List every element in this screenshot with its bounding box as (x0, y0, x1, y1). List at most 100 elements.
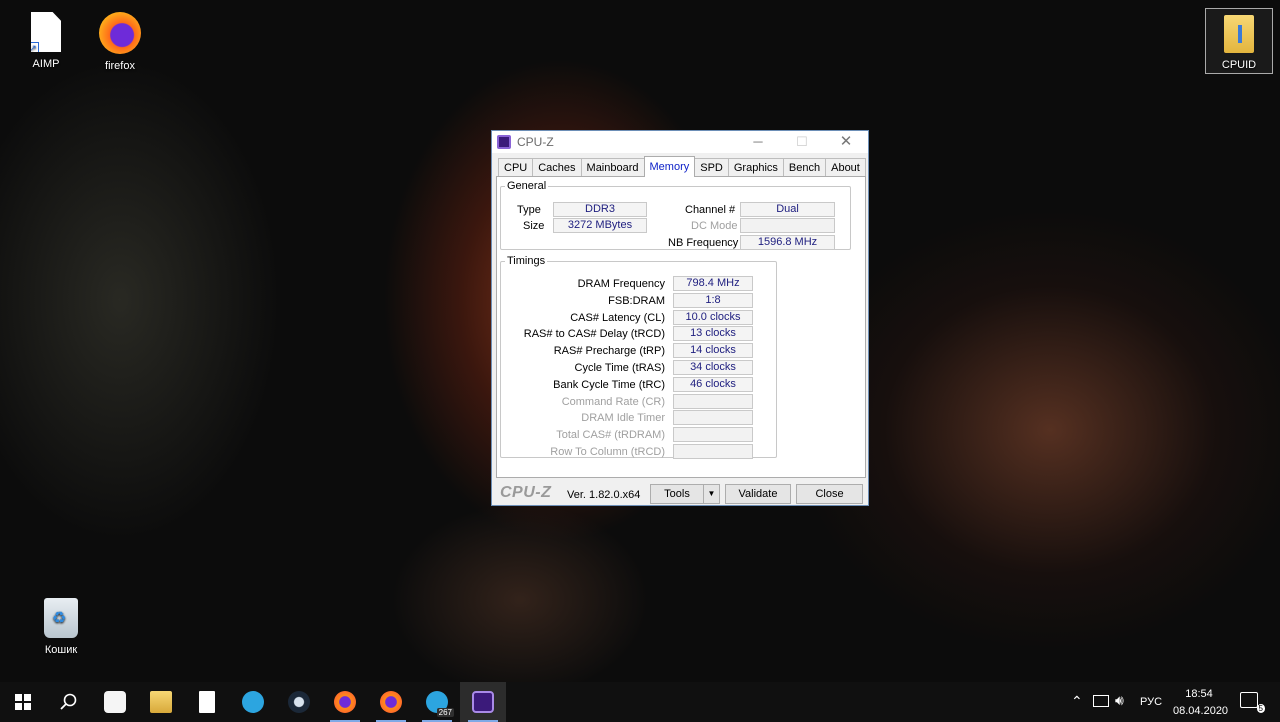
timing-label: CAS# Latency (CL) (570, 311, 665, 324)
timing-label: Bank Cycle Time (tRC) (553, 378, 665, 391)
timings-group: Timings DRAM Frequency 798.4 MHz FSB:DRAM 1… (500, 255, 777, 459)
cpuz-app-icon (497, 135, 511, 149)
taskbar: 267 ⌃ 🔊︎ РУС 18:54 08.04.2020 5 (0, 682, 1280, 722)
unread-badge: 267 (436, 708, 454, 717)
timing-value: 14 clocks (673, 343, 753, 359)
dc-mode-value (740, 218, 835, 233)
network-icon[interactable] (1093, 695, 1109, 707)
recycle-bin-icon (44, 598, 78, 638)
firefox-icon (99, 12, 141, 54)
search-icon (60, 693, 77, 710)
close-window-button[interactable]: ✕ (824, 131, 868, 153)
timing-value: 34 clocks (673, 360, 753, 375)
desktop-icon-cpuid[interactable]: CPUID (1205, 8, 1273, 74)
taskbar-telegram-2[interactable]: 267 (414, 682, 460, 722)
tab-bench[interactable]: Bench (782, 158, 827, 177)
steam-icon (288, 691, 310, 713)
clock-date[interactable]: 08.04.2020 (1173, 705, 1228, 717)
desktop-icon-label: Кошик (44, 644, 78, 656)
desktop-icon-recycle-bin[interactable]: Кошик (25, 598, 97, 656)
tab-mainboard[interactable]: Mainboard (580, 158, 645, 177)
tools-dropdown-icon[interactable]: ▼ (703, 484, 720, 504)
tab-about[interactable]: About (825, 158, 866, 177)
volume-icon[interactable]: 🔊︎ (1115, 692, 1124, 709)
timing-value (673, 410, 753, 426)
memory-panel: General Type DDR3 Size 3272 MBytes Chann… (496, 176, 866, 478)
validate-button[interactable]: Validate (725, 484, 791, 504)
version-label: Ver. 1.82.0.x64 (567, 489, 641, 501)
timing-value (673, 393, 753, 409)
tab-spd[interactable]: SPD (694, 158, 729, 177)
timing-label: Total CAS# (tRDRAM) (556, 429, 665, 442)
timings-legend: Timings (507, 255, 546, 267)
timing-value: 10.0 clocks (673, 309, 753, 325)
desktop-icon-aimp[interactable]: ↗ AIMP (10, 12, 82, 70)
tab-graphics[interactable]: Graphics (727, 158, 784, 177)
timing-label: Cycle Time (tRAS) (574, 362, 665, 374)
cpuz-window: CPU-Z ─ ☐ ✕ CPU Caches Mainboard Memory … (491, 130, 869, 506)
cpuz-brand-logo: CPU-Z (500, 484, 552, 501)
timing-value: 13 clocks (673, 326, 753, 342)
type-label: Type (517, 204, 541, 216)
type-value: DDR3 (553, 202, 647, 217)
desktop-icon-label: AIMP (32, 58, 60, 70)
timing-label: DRAM Idle Timer (581, 412, 665, 425)
app-icon (104, 691, 126, 713)
minimize-button[interactable]: ─ (736, 131, 780, 153)
firefox-icon (334, 691, 356, 713)
firefox-icon (380, 691, 402, 713)
tools-button[interactable]: Tools (650, 484, 704, 504)
chevron-up-icon[interactable]: ⌃ (1071, 693, 1083, 710)
document-icon (199, 691, 215, 713)
desktop-icon-firefox[interactable]: firefox (84, 12, 156, 72)
timing-label: FSB:DRAM (608, 294, 665, 307)
taskbar-app-media[interactable] (92, 682, 138, 722)
channel-value: Dual (740, 202, 835, 217)
tab-memory[interactable]: Memory (643, 156, 696, 177)
notification-count: 5 (1256, 704, 1265, 713)
footer-bar: CPU-Z Ver. 1.82.0.x64 Tools ▼ Validate C… (492, 483, 868, 505)
window-title: CPU-Z (517, 135, 554, 149)
notification-icon[interactable]: 5 (1240, 692, 1265, 713)
title-bar[interactable]: CPU-Z ─ ☐ ✕ (492, 131, 868, 153)
telegram-icon (242, 691, 264, 713)
desktop-icon-label: CPUID (1221, 59, 1257, 71)
timing-label: RAS# Precharge (tRP) (553, 345, 665, 358)
timing-value (673, 427, 753, 443)
maximize-button: ☐ (796, 134, 808, 149)
timing-label: DRAM Frequency (577, 278, 665, 290)
start-button[interactable] (0, 682, 46, 722)
general-group: General Type DDR3 Size 3272 MBytes Chann… (500, 180, 851, 250)
taskbar-document[interactable] (184, 682, 230, 722)
timing-value (673, 444, 753, 459)
nb-frequency-label: NB Frequency (668, 237, 739, 249)
search-button[interactable] (46, 682, 92, 722)
cpuz-app-icon (472, 691, 494, 713)
tab-cpu[interactable]: CPU (498, 158, 534, 177)
taskbar-file-explorer[interactable] (138, 682, 184, 722)
close-button[interactable]: Close (796, 484, 863, 504)
timing-value: 46 clocks (673, 376, 753, 392)
telegram-icon: 267 (426, 691, 454, 717)
desktop-icon-label: firefox (105, 60, 135, 72)
taskbar-firefox[interactable] (322, 682, 368, 722)
timing-value: 1:8 (673, 292, 753, 308)
taskbar-cpuz[interactable] (460, 682, 506, 722)
folder-icon (1224, 15, 1254, 53)
nb-frequency-value: 1596.8 MHz (740, 235, 835, 250)
clock-time[interactable]: 18:54 (1173, 688, 1225, 700)
folder-icon (150, 691, 172, 713)
tab-bar: CPU Caches Mainboard Memory SPD Graphics… (498, 156, 866, 177)
taskbar-steam[interactable] (276, 682, 322, 722)
general-legend: General (507, 180, 547, 192)
timing-label: RAS# to CAS# Delay (tRCD) (523, 328, 665, 341)
channel-label: Channel # (685, 204, 736, 216)
taskbar-firefox-2[interactable] (368, 682, 414, 722)
language-indicator[interactable]: РУС (1140, 696, 1162, 708)
tab-caches[interactable]: Caches (532, 158, 582, 177)
size-label: Size (523, 220, 545, 232)
timing-label: Command Rate (CR) (561, 395, 665, 408)
document-shortcut-icon: ↗ (31, 12, 61, 52)
size-value: 3272 MBytes (553, 218, 647, 233)
taskbar-telegram[interactable] (230, 682, 276, 722)
